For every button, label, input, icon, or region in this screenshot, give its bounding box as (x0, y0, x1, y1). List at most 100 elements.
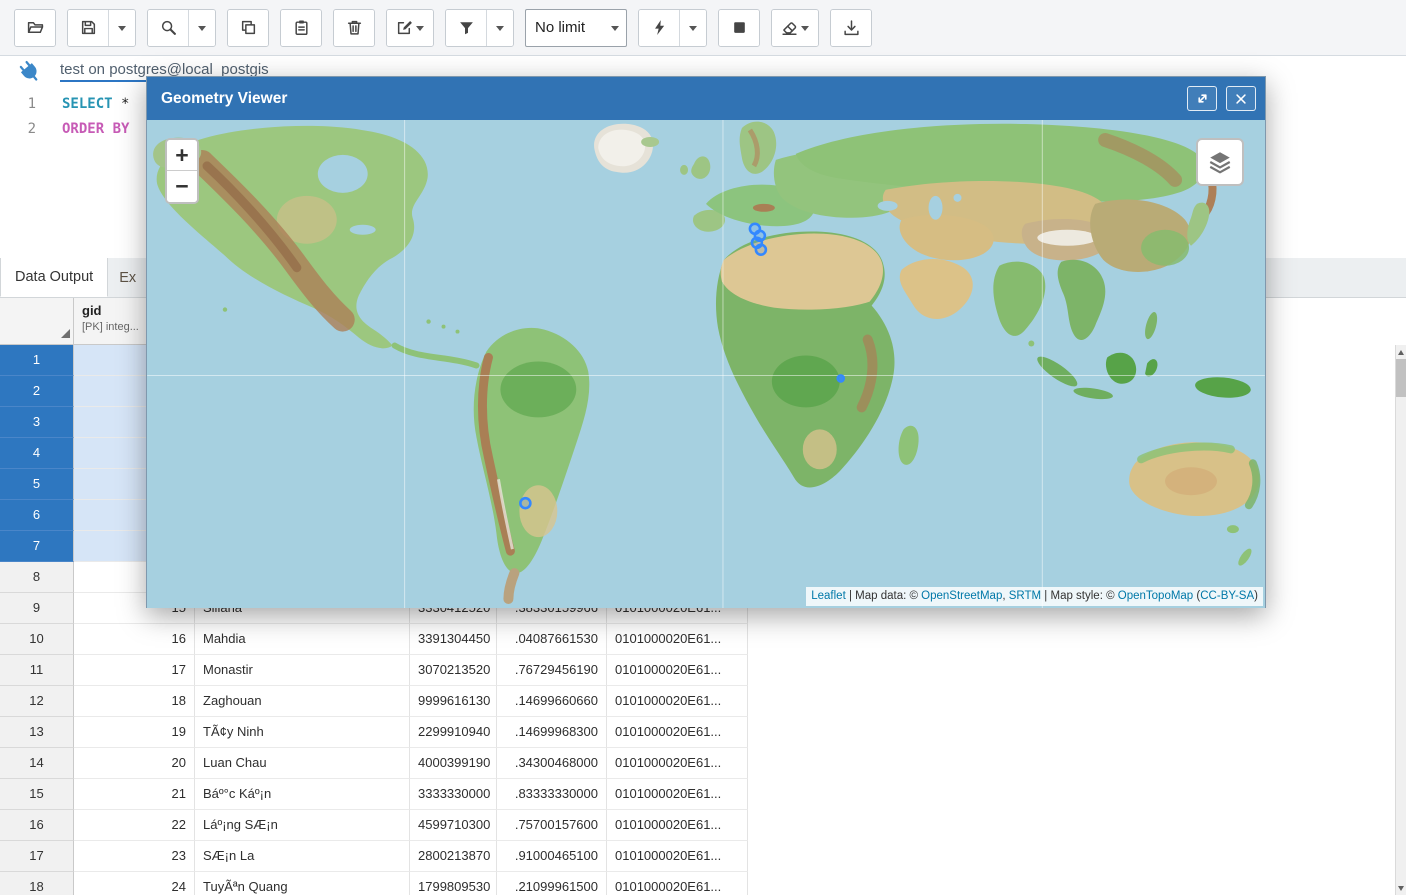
cell-num2[interactable]: .14699968300 (497, 717, 607, 748)
geometry-viewer-header[interactable]: Geometry Viewer (147, 77, 1265, 120)
cell-name[interactable]: Báº°c Káº¡n (195, 779, 410, 810)
cell-geom[interactable]: 0101000020E61... (607, 810, 748, 841)
row-number[interactable]: 4 (0, 438, 74, 469)
cell-gid[interactable]: 24 (74, 872, 195, 895)
vertical-scrollbar[interactable] (1395, 345, 1406, 895)
cell-geom[interactable]: 0101000020E61... (607, 717, 748, 748)
table-row[interactable]: 1723SÆ¡n La2800213870.910004651000101000… (0, 841, 748, 872)
table-row[interactable]: 1521Báº°c Káº¡n3333330000.83333330000010… (0, 779, 748, 810)
row-number[interactable]: 10 (0, 624, 74, 655)
row-number[interactable]: 6 (0, 500, 74, 531)
table-row[interactable]: 1622Láº¡ng SÆ¡n4599710300.75700157600010… (0, 810, 748, 841)
attribution-link[interactable]: CC-BY-SA (1200, 590, 1254, 602)
row-number[interactable]: 15 (0, 779, 74, 810)
table-row[interactable]: 1420Luan Chau4000399190.3430046800001010… (0, 748, 748, 779)
maximize-button[interactable] (1187, 86, 1217, 111)
cell-num1[interactable]: 2299910940 (410, 717, 497, 748)
cell-name[interactable]: TÃ¢y Ninh (195, 717, 410, 748)
cell-geom[interactable]: 0101000020E61... (607, 841, 748, 872)
paste-button[interactable] (281, 10, 321, 46)
download-results-button[interactable] (831, 10, 871, 46)
cell-num2[interactable]: .75700157600 (497, 810, 607, 841)
open-file-button[interactable] (15, 10, 55, 46)
row-number[interactable]: 14 (0, 748, 74, 779)
cell-num1[interactable]: 2800213870 (410, 841, 497, 872)
cell-num1[interactable]: 3070213520 (410, 655, 497, 686)
cell-num2[interactable]: .21099961500 (497, 872, 607, 895)
cell-gid[interactable]: 16 (74, 624, 195, 655)
row-number[interactable]: 7 (0, 531, 74, 562)
save-dropdown-button[interactable] (108, 10, 135, 46)
cell-gid[interactable]: 22 (74, 810, 195, 841)
cell-name[interactable]: Láº¡ng SÆ¡n (195, 810, 410, 841)
row-number[interactable]: 13 (0, 717, 74, 748)
table-row[interactable]: 1117Monastir3070213520.76729456190010100… (0, 655, 748, 686)
cell-num1[interactable]: 4599710300 (410, 810, 497, 841)
tab-explain[interactable]: Ex (108, 258, 150, 297)
row-number[interactable]: 11 (0, 655, 74, 686)
cell-geom[interactable]: 0101000020E61... (607, 686, 748, 717)
row-number[interactable]: 8 (0, 562, 74, 593)
find-button[interactable] (148, 10, 188, 46)
cell-gid[interactable]: 23 (74, 841, 195, 872)
cell-gid[interactable]: 18 (74, 686, 195, 717)
save-button[interactable] (68, 10, 108, 46)
select-all-corner[interactable] (0, 298, 74, 344)
table-row[interactable]: 1824TuyÃªn Quang1799809530.2109996150001… (0, 872, 748, 895)
cell-num2[interactable]: .76729456190 (497, 655, 607, 686)
cell-num1[interactable]: 9999616130 (410, 686, 497, 717)
copy-button[interactable] (228, 10, 268, 46)
cell-geom[interactable]: 0101000020E61... (607, 655, 748, 686)
row-number[interactable]: 9 (0, 593, 74, 624)
cell-num2[interactable]: .91000465100 (497, 841, 607, 872)
cell-num2[interactable]: .83333330000 (497, 779, 607, 810)
cell-gid[interactable]: 19 (74, 717, 195, 748)
cell-name[interactable]: TuyÃªn Quang (195, 872, 410, 895)
tab-data-output[interactable]: Data Output (0, 258, 108, 297)
row-number[interactable]: 12 (0, 686, 74, 717)
zoom-in-button[interactable]: + (167, 140, 197, 171)
cell-name[interactable]: Zaghouan (195, 686, 410, 717)
edit-button[interactable] (387, 10, 433, 46)
table-row[interactable]: 1319TÃ¢y Ninh2299910940.1469996830001010… (0, 717, 748, 748)
attribution-link[interactable]: SRTM (1009, 590, 1041, 602)
leaflet-map[interactable]: + − Leaflet | Map data: © OpenStreetMap,… (147, 120, 1265, 608)
cell-num1[interactable]: 3391304450 (410, 624, 497, 655)
row-number[interactable]: 1 (0, 345, 74, 376)
execute-dropdown-button[interactable] (679, 10, 706, 46)
clear-button[interactable] (772, 10, 818, 46)
cell-geom[interactable]: 0101000020E61... (607, 748, 748, 779)
geometry-marker[interactable] (837, 375, 844, 382)
cell-name[interactable]: Mahdia (195, 624, 410, 655)
attribution-link[interactable]: Leaflet (811, 590, 846, 602)
row-number[interactable]: 3 (0, 407, 74, 438)
cell-geom[interactable]: 0101000020E61... (607, 624, 748, 655)
cell-num1[interactable]: 4000399190 (410, 748, 497, 779)
geometry-marker[interactable] (756, 245, 766, 255)
cell-name[interactable]: Monastir (195, 655, 410, 686)
geometry-marker[interactable] (520, 498, 530, 508)
execute-query-button[interactable] (639, 10, 679, 46)
cell-num2[interactable]: .14699660660 (497, 686, 607, 717)
cell-gid[interactable]: 21 (74, 779, 195, 810)
cell-num2[interactable]: .34300468000 (497, 748, 607, 779)
cell-name[interactable]: Luan Chau (195, 748, 410, 779)
zoom-out-button[interactable]: − (167, 171, 197, 202)
filter-dropdown-button[interactable] (486, 10, 513, 46)
cell-geom[interactable]: 0101000020E61... (607, 872, 748, 895)
scrollbar-thumb[interactable] (1396, 359, 1406, 397)
row-number[interactable]: 17 (0, 841, 74, 872)
cell-num2[interactable]: .04087661530 (497, 624, 607, 655)
cell-num1[interactable]: 1799809530 (410, 872, 497, 895)
delete-row-button[interactable] (334, 10, 374, 46)
scroll-down-button[interactable] (1396, 881, 1406, 895)
row-number[interactable]: 16 (0, 810, 74, 841)
row-number[interactable]: 2 (0, 376, 74, 407)
cell-geom[interactable]: 0101000020E61... (607, 779, 748, 810)
table-row[interactable]: 1016Mahdia3391304450.0408766153001010000… (0, 624, 748, 655)
cell-num1[interactable]: 3333330000 (410, 779, 497, 810)
cell-name[interactable]: SÆ¡n La (195, 841, 410, 872)
scroll-up-button[interactable] (1396, 345, 1406, 359)
cell-gid[interactable]: 20 (74, 748, 195, 779)
stop-button[interactable] (719, 10, 759, 46)
